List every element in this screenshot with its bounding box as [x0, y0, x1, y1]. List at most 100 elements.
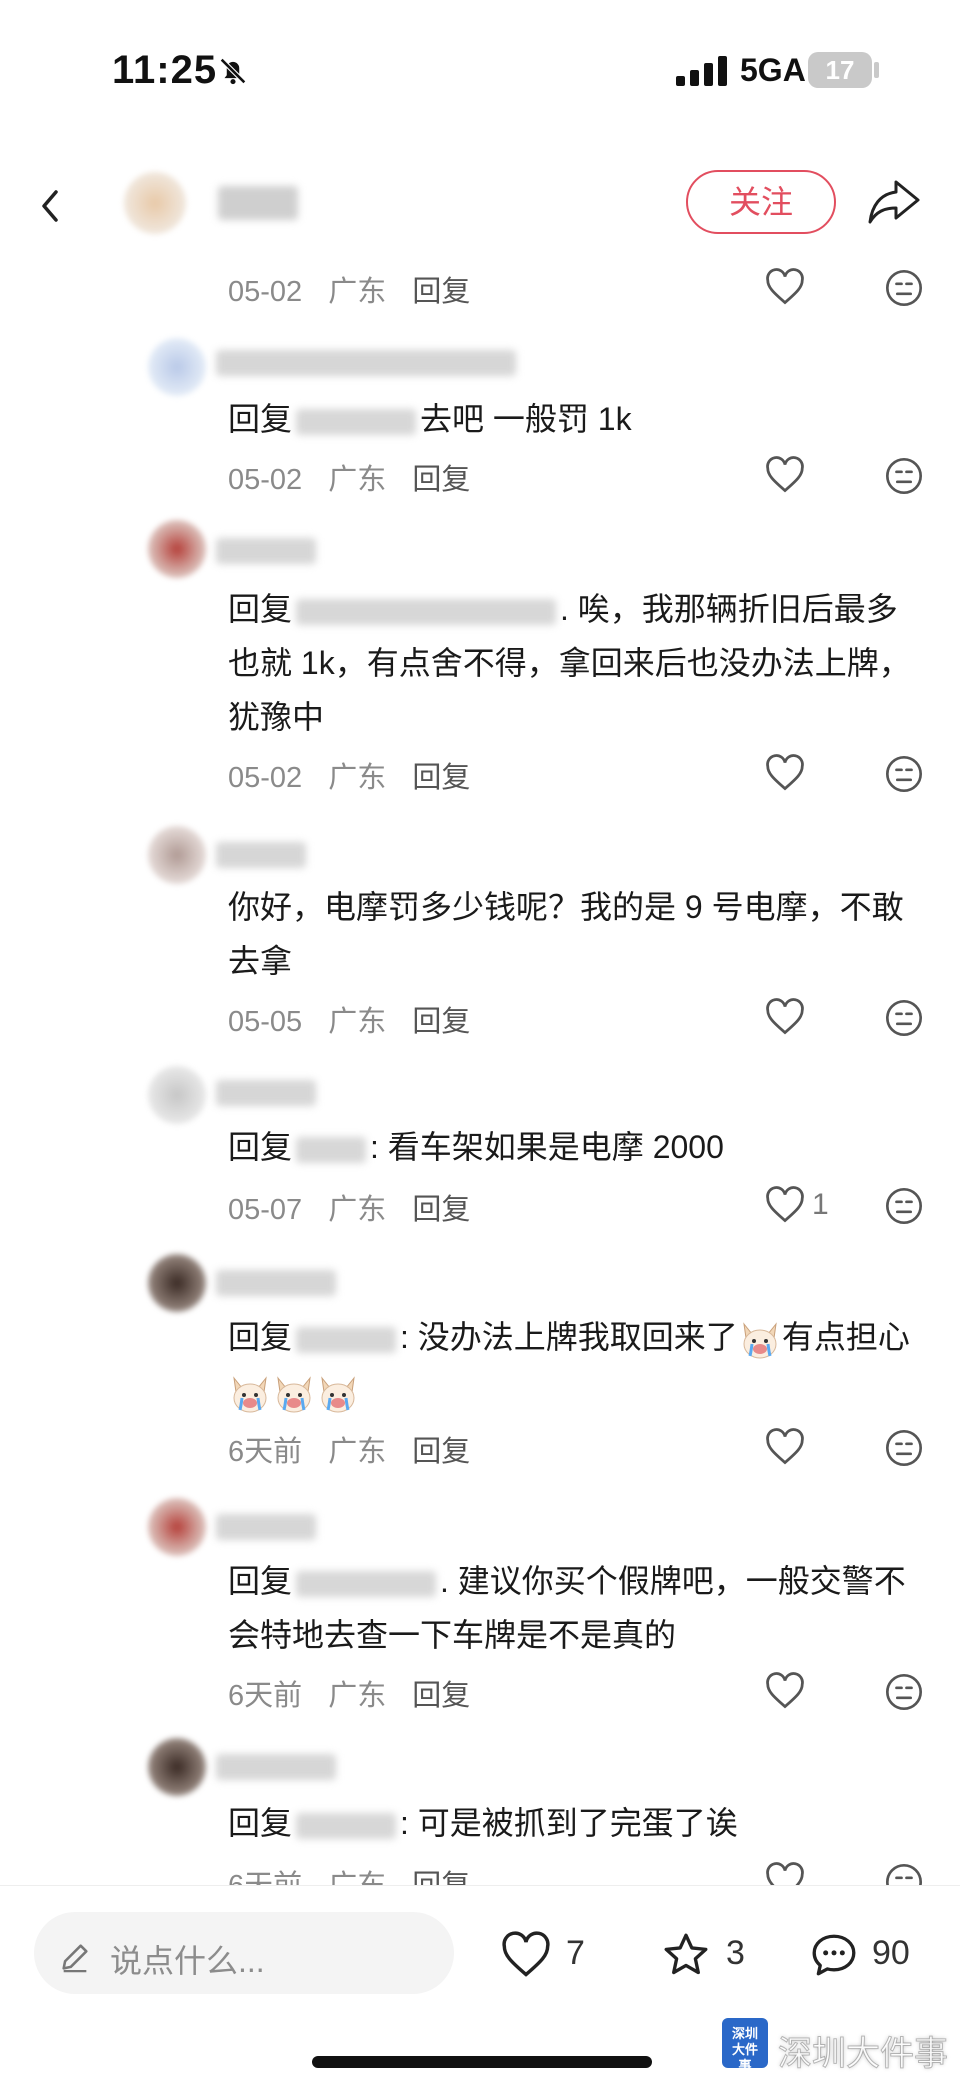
back-chevron-icon[interactable]	[36, 186, 66, 226]
heart-icon[interactable]	[764, 1862, 806, 1885]
avatar[interactable]	[148, 1498, 206, 1556]
comment-text: 回复: 没办法上牌我取回来了 有点担心	[228, 1310, 928, 1418]
bell-muted-icon	[219, 57, 247, 85]
commenter-name[interactable]	[216, 1754, 336, 1780]
comment-meta: 6天前 广东 回复	[228, 1862, 488, 1885]
comment-location: 广东	[328, 464, 387, 496]
comment-meta: 05-02 广东 回复	[228, 268, 488, 310]
comment-location: 广东	[328, 1680, 387, 1712]
heart-icon[interactable]	[500, 1930, 552, 1980]
crying-dog-emoji-icon	[277, 1375, 311, 1413]
watermark-logo: 深圳大件事	[722, 2018, 768, 2073]
comment-date: 6天前	[228, 1870, 302, 1885]
comment-location: 广东	[328, 1436, 387, 1468]
comment-meta: 05-07 广东 回复	[228, 1186, 488, 1228]
reply-button[interactable]: 回复	[412, 1194, 470, 1226]
status-bar: 11:25 5GA 17	[0, 0, 960, 140]
share-arrow-icon[interactable]	[866, 176, 922, 228]
comment-location: 广东	[328, 276, 387, 308]
avatar[interactable]	[148, 826, 206, 884]
like-count: 7	[566, 1934, 585, 1972]
follow-button[interactable]: 关注	[686, 170, 836, 234]
avatar[interactable]	[148, 520, 206, 578]
blurred-username	[296, 1326, 397, 1353]
reply-button[interactable]: 回复	[412, 1870, 470, 1885]
reply-button[interactable]: 回复	[412, 1680, 470, 1712]
blurred-username	[296, 1136, 367, 1163]
comment-list: 05-02 广东 回复 回复 去吧 一般罚 1k 05-02 广东 回复 回复. …	[0, 0, 960, 1885]
comment-location: 广东	[328, 1194, 387, 1226]
avatar[interactable]	[148, 1066, 206, 1124]
author-avatar[interactable]	[124, 172, 186, 234]
reply-button[interactable]: 回复	[412, 1436, 470, 1468]
meh-face-icon[interactable]	[884, 1428, 924, 1468]
bottom-action-bar: 说点什么... 7 3 90 深圳大件事 深圳大件事	[0, 1885, 960, 2086]
blurred-username	[296, 598, 557, 625]
comment-date: 6天前	[228, 1680, 303, 1712]
comment-date: 05-02	[228, 276, 303, 308]
meh-face-icon[interactable]	[884, 1186, 924, 1226]
favorite-count: 3	[726, 1934, 745, 1972]
meh-face-icon[interactable]	[884, 998, 924, 1038]
battery-tip	[874, 62, 879, 78]
heart-icon[interactable]	[764, 268, 806, 306]
heart-icon[interactable]	[764, 754, 806, 792]
comment-meta: 05-02 广东 回复	[228, 754, 488, 796]
pencil-icon	[62, 1944, 88, 1973]
avatar[interactable]	[148, 1254, 206, 1312]
comment-meta: 6天前 广东 回复	[228, 1672, 488, 1714]
commenter-name[interactable]	[216, 1080, 316, 1106]
heart-icon[interactable]	[764, 456, 806, 494]
comment-text: 回复. 唉，我那辆折旧后最多也就 1k，有点舍不得，拿回来后也没办法上牌，犹豫中	[228, 591, 911, 735]
comment-text: 回复: 可是被抓到了完蛋了诶	[228, 1805, 738, 1841]
reply-button[interactable]: 回复	[412, 1006, 470, 1038]
avatar[interactable]	[148, 1738, 206, 1796]
comment-bubble-icon[interactable]	[808, 1930, 860, 1980]
comment-count: 90	[872, 1934, 910, 1972]
commenter-name[interactable]	[216, 842, 306, 868]
watermark-text: 深圳大件事	[778, 2035, 949, 2074]
avatar[interactable]	[148, 338, 206, 396]
comment-date: 05-05	[228, 1006, 303, 1038]
battery-level: 17	[808, 52, 872, 88]
heart-icon[interactable]	[764, 1186, 806, 1224]
crying-dog-emoji-icon	[743, 1321, 777, 1359]
comment-date: 05-07	[228, 1194, 303, 1226]
commenter-name[interactable]	[216, 1514, 316, 1540]
meh-face-icon[interactable]	[884, 754, 924, 794]
blurred-username	[296, 1812, 397, 1839]
meh-face-icon[interactable]	[884, 268, 924, 308]
reply-button[interactable]: 回复	[412, 464, 470, 496]
comment-meta: 6天前 广东 回复	[228, 1428, 488, 1470]
commenter-name[interactable]	[216, 350, 516, 376]
meh-face-icon[interactable]	[884, 456, 924, 496]
cellular-signal-icon	[676, 56, 727, 86]
comment-date: 6天前	[228, 1436, 303, 1468]
comment-date: 05-02	[228, 464, 303, 496]
comment-text: 回复: 看车架如果是电摩 2000	[228, 1129, 724, 1165]
comment-location: 广东	[328, 1870, 386, 1885]
reply-button[interactable]: 回复	[412, 276, 470, 308]
heart-icon[interactable]	[764, 1672, 806, 1710]
comment-location: 广东	[328, 1006, 387, 1038]
network-type: 5GA	[740, 52, 806, 88]
comment-meta: 05-05 广东 回复	[228, 998, 488, 1040]
star-icon[interactable]	[660, 1930, 712, 1980]
crying-dog-emoji-icon	[321, 1375, 355, 1413]
meh-face-icon[interactable]	[884, 1672, 924, 1712]
commenter-name[interactable]	[216, 538, 316, 564]
comment-input-placeholder: 说点什么...	[110, 1943, 265, 1979]
post-header: 关注	[0, 150, 960, 260]
commenter-name[interactable]	[216, 1270, 336, 1296]
author-name[interactable]	[218, 186, 298, 220]
heart-icon[interactable]	[764, 1428, 806, 1466]
comment-text: 回复. 建议你买个假牌吧，一般交警不会特地去查一下车牌是不是真的	[228, 1563, 906, 1653]
home-indicator[interactable]	[312, 2056, 652, 2068]
comment-date: 05-02	[228, 762, 303, 794]
reply-button[interactable]: 回复	[412, 762, 470, 794]
meh-face-icon[interactable]	[884, 1862, 924, 1885]
heart-icon[interactable]	[764, 998, 806, 1036]
like-count: 1	[812, 1188, 829, 1221]
comment-text: 你好，电摩罚多少钱呢？我的是 9 号电摩，不敢去拿	[228, 889, 904, 979]
blurred-username	[296, 1570, 437, 1597]
